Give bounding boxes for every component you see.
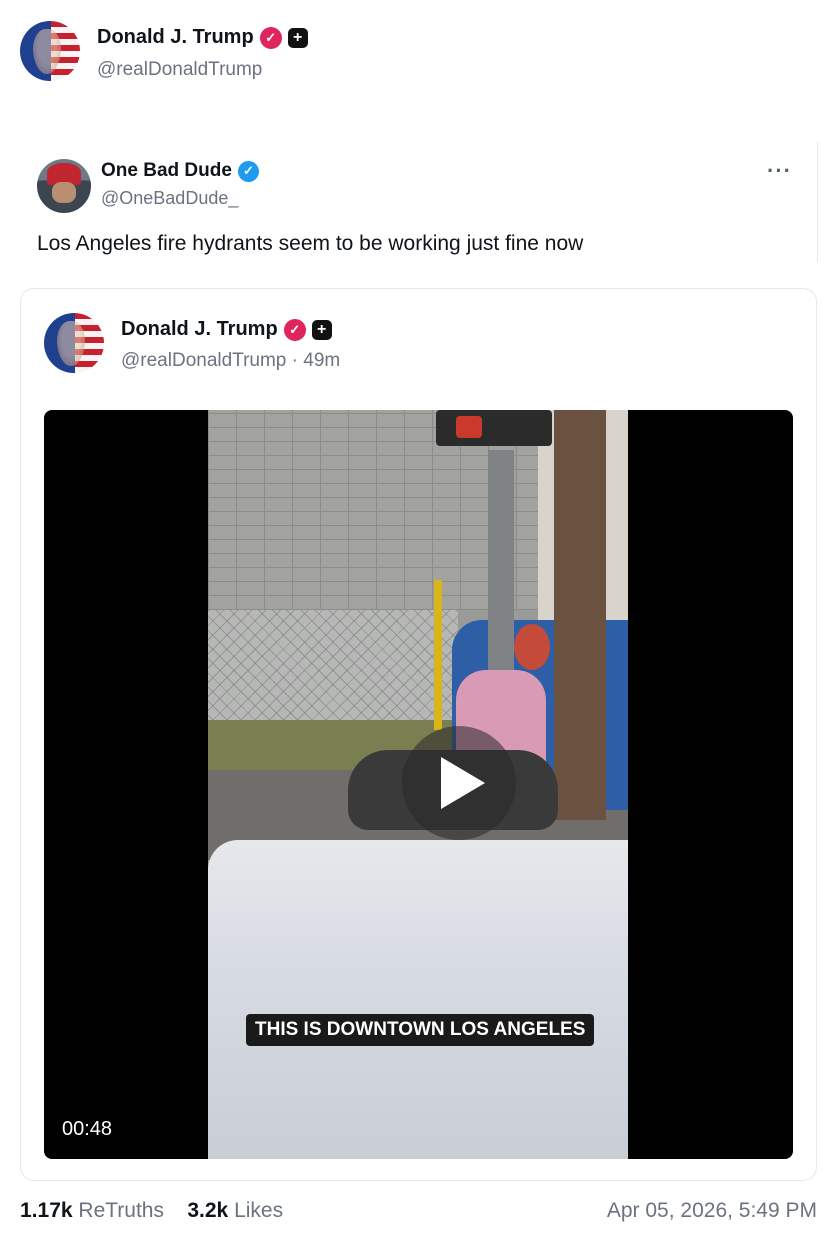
play-icon[interactable] [402, 726, 516, 840]
author-name-row[interactable]: Donald J. Trump ✓ + [97, 26, 308, 49]
quoted-name-row[interactable]: Donald J. Trump ✓ + [121, 318, 332, 341]
plus-badge-icon: + [311, 319, 332, 340]
post-stats: 1.17k ReTruths 3.2k Likes [20, 1199, 283, 1223]
post-text: Los Angeles fire hydrants seem to be wor… [37, 232, 584, 255]
likes-count[interactable]: 3.2k [187, 1199, 228, 1222]
retruths-count[interactable]: 1.17k [20, 1199, 73, 1222]
verified-badge-icon: ✓ [283, 318, 306, 341]
reposted-handle[interactable]: @OneBadDude_ [101, 188, 238, 209]
video-caption: THIS IS DOWNTOWN LOS ANGELES [246, 1014, 595, 1046]
ellipsis-icon[interactable]: ··· [767, 158, 792, 184]
author-handle[interactable]: @realDonaldTrump [97, 59, 262, 81]
reposted-name[interactable]: One Bad Dude [101, 160, 232, 182]
video-player[interactable]: THIS IS DOWNTOWN LOS ANGELES 00:48 [44, 410, 793, 1159]
retruths-label[interactable]: ReTruths [78, 1199, 164, 1222]
quoted-handle-time[interactable]: @realDonaldTrump · 49m [121, 350, 340, 372]
quoted-avatar[interactable] [44, 313, 104, 373]
author-avatar[interactable] [20, 21, 80, 81]
author-name[interactable]: Donald J. Trump [97, 26, 254, 49]
verified-badge-icon: ✓ [237, 160, 259, 182]
plus-badge-icon: + [287, 27, 308, 48]
likes-label[interactable]: Likes [234, 1199, 283, 1222]
video-duration: 00:48 [62, 1118, 113, 1140]
reposted-avatar[interactable] [37, 159, 91, 213]
post-timestamp: Apr 05, 2026, 5:49 PM [606, 1199, 817, 1222]
reposted-name-row[interactable]: One Bad Dude ✓ [101, 160, 259, 182]
verified-badge-icon: ✓ [259, 26, 282, 49]
quoted-name[interactable]: Donald J. Trump [121, 318, 278, 341]
